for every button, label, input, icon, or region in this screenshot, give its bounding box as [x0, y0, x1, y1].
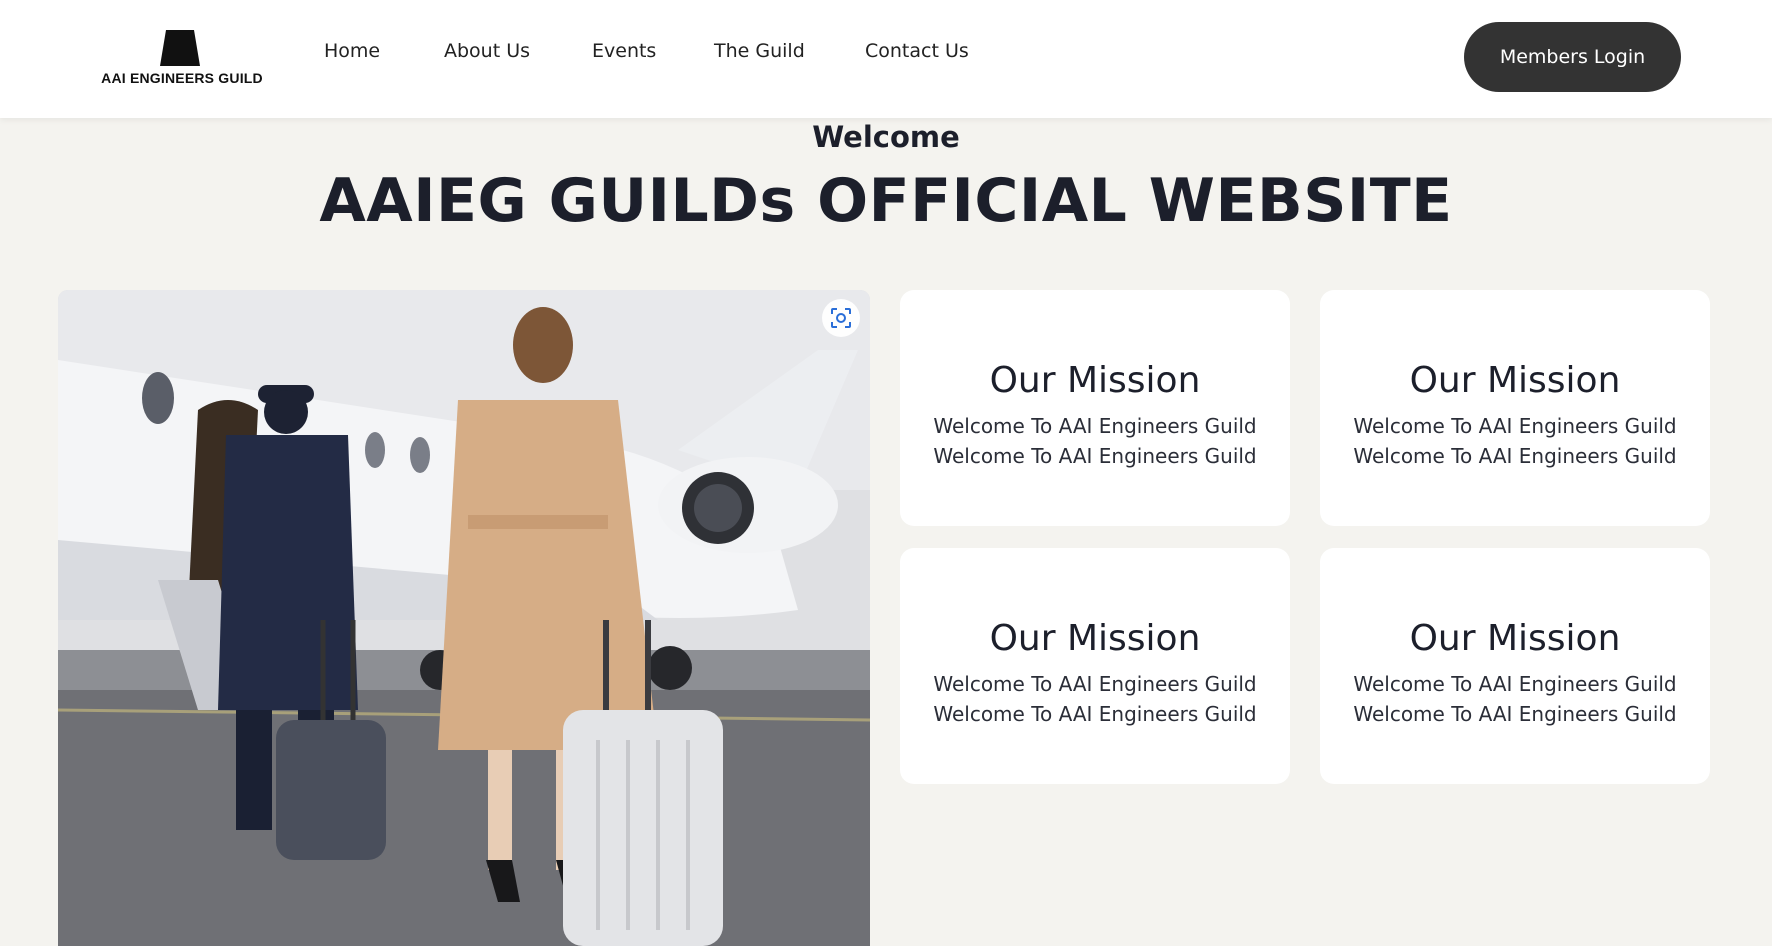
logo-text: AAI ENGINEERS GUILD [101, 70, 263, 86]
card-title: Our Mission [989, 360, 1201, 401]
card-text: Welcome To AAI Engineers Guild [1353, 444, 1677, 468]
card-text: Welcome To AAI Engineers Guild [933, 414, 1257, 438]
card-text: Welcome To AAI Engineers Guild [1353, 414, 1677, 438]
card-title: Our Mission [989, 618, 1201, 659]
hero-image [58, 290, 870, 946]
card-title: Our Mission [1409, 618, 1621, 659]
page-title: AAIEG GUILDs OFFICIAL WEBSITE [319, 166, 1453, 236]
nav-about-us[interactable]: About Us [444, 40, 530, 62]
card-text: Welcome To AAI Engineers Guild [933, 702, 1257, 726]
nav-events[interactable]: Events [592, 40, 656, 62]
nav-home[interactable]: Home [324, 40, 380, 62]
card-text: Welcome To AAI Engineers Guild [1353, 672, 1677, 696]
visual-search-icon[interactable] [822, 299, 860, 337]
nav-contact-us[interactable]: Contact Us [865, 40, 969, 62]
nav-the-guild[interactable]: The Guild [714, 40, 805, 62]
site-logo[interactable]: AAI ENGINEERS GUILD [96, 28, 268, 90]
card-text: Welcome To AAI Engineers Guild [933, 444, 1257, 468]
card-text: Welcome To AAI Engineers Guild [933, 672, 1257, 696]
site-header: AAI ENGINEERS GUILD Home About Us Events… [0, 0, 1772, 118]
mission-card: Our Mission Welcome To AAI Engineers Gui… [900, 548, 1290, 784]
card-text: Welcome To AAI Engineers Guild [1353, 702, 1677, 726]
welcome-heading: Welcome [812, 120, 960, 154]
mission-card: Our Mission Welcome To AAI Engineers Gui… [1320, 290, 1710, 526]
members-login-button[interactable]: Members Login [1464, 22, 1681, 92]
mission-card: Our Mission Welcome To AAI Engineers Gui… [900, 290, 1290, 526]
card-title: Our Mission [1409, 360, 1621, 401]
mission-card: Our Mission Welcome To AAI Engineers Gui… [1320, 548, 1710, 784]
